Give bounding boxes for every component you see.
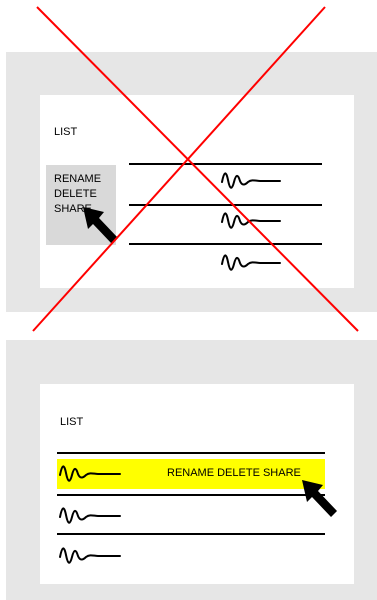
bottom-list-label: LIST <box>60 416 84 428</box>
squiggle-icon <box>59 507 121 524</box>
top-menu-item-delete[interactable]: DELETE <box>54 187 101 202</box>
bottom-list-row-divider-3 <box>57 533 325 535</box>
top-list-row-divider-1 <box>129 163 322 165</box>
top-list-label: LIST <box>54 126 78 138</box>
top-list-row-divider-2 <box>129 204 322 206</box>
squiggle-icon <box>59 547 121 564</box>
inline-row-actions[interactable]: RENAME DELETE SHARE <box>167 468 301 479</box>
top-list-row-divider-3 <box>129 243 322 245</box>
top-menu-item-share[interactable]: SHARE <box>54 202 101 217</box>
squiggle-icon <box>221 212 281 229</box>
squiggle-icon <box>221 172 281 189</box>
bottom-list-row-divider-1 <box>57 452 325 454</box>
top-context-menu: RENAME DELETE SHARE <box>46 165 116 245</box>
squiggle-icon <box>221 254 281 271</box>
squiggle-icon <box>59 465 121 482</box>
bottom-list-row-divider-2 <box>57 494 325 496</box>
top-menu-item-rename[interactable]: RENAME <box>54 172 101 187</box>
